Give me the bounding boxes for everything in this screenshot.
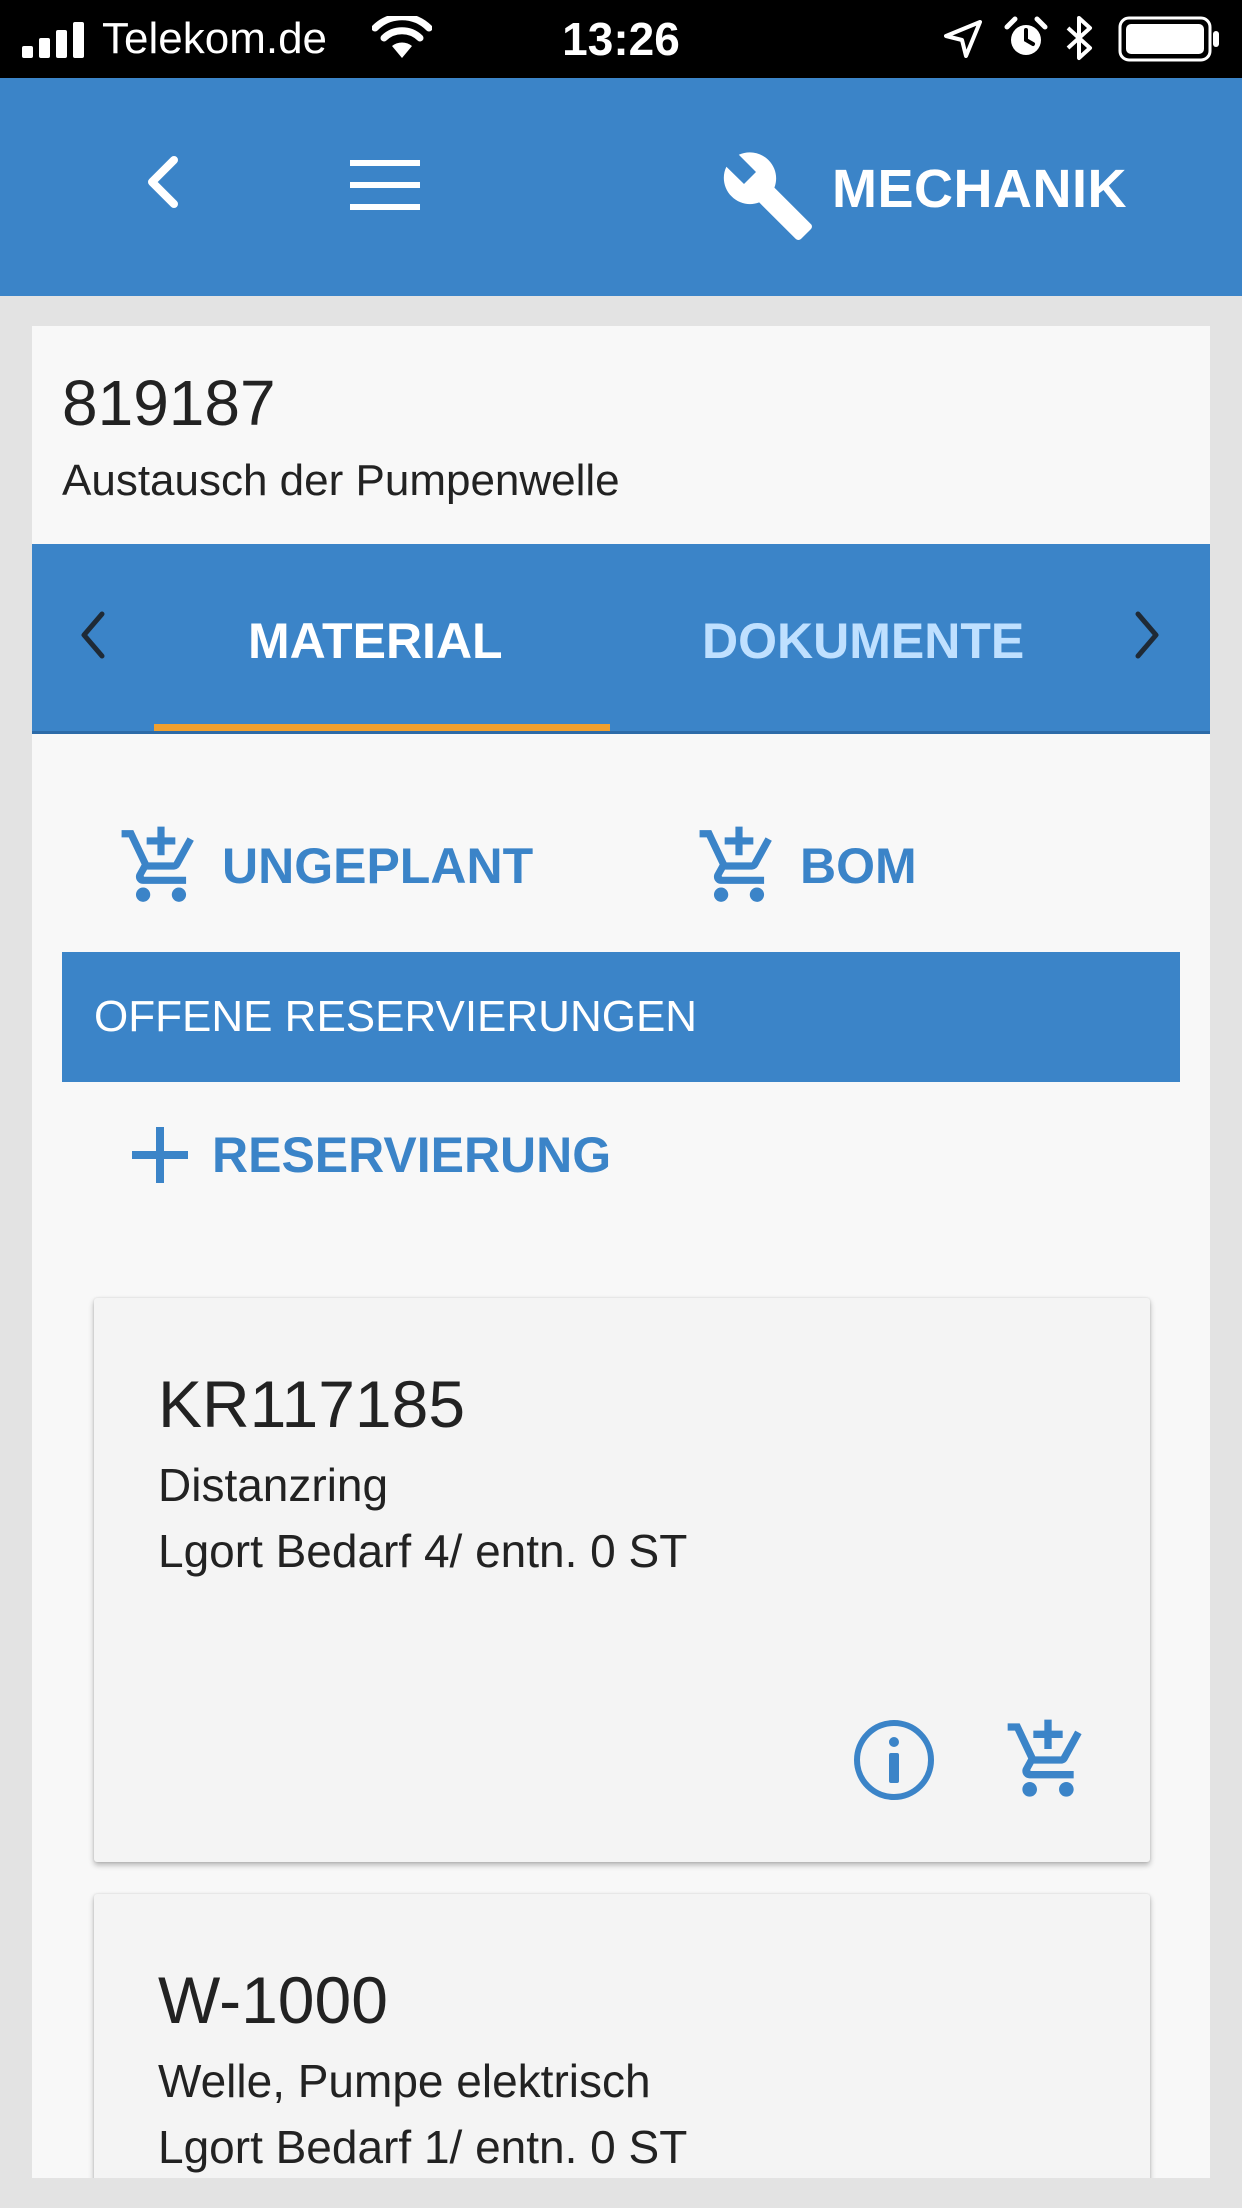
chevron-left-icon[interactable] [78, 610, 108, 660]
material-number: KR117185 [158, 1367, 466, 1441]
wrench-icon [723, 152, 812, 240]
material-quantity: Lgort Bedarf 1/ entn. 0 ST [158, 2121, 688, 2173]
status-bar: Telekom.de 13:26 [0, 0, 1242, 78]
main-panel: 819187 Austausch der Pumpenwelle MATERIA… [32, 326, 1210, 2178]
tab-dokumente[interactable]: DOKUMENTE [702, 612, 1024, 670]
add-reservation-label: RESERVIERUNG [212, 1127, 612, 1183]
tab-bar: MATERIAL DOKUMENTE [32, 544, 1210, 734]
alarm-icon [1004, 16, 1048, 55]
back-icon[interactable] [142, 154, 182, 210]
bluetooth-icon [1066, 16, 1092, 60]
add-to-cart-icon[interactable] [1004, 1716, 1092, 1804]
tab-material[interactable]: MATERIAL [248, 612, 503, 670]
reservation-card: KR117185 Distanzring Lgort Bedarf 4/ ent… [94, 1298, 1150, 1862]
status-time: 13:26 [562, 13, 680, 65]
unplanned-label: UNGEPLANT [222, 838, 534, 894]
material-number: W-1000 [158, 1963, 388, 2037]
order-description: Austausch der Pumpenwelle [62, 456, 620, 505]
bom-label: BOM [800, 838, 917, 894]
info-icon[interactable] [852, 1718, 936, 1802]
menu-icon[interactable] [348, 158, 422, 212]
battery-icon [1118, 16, 1219, 62]
plus-icon [132, 1127, 188, 1183]
unplanned-button[interactable]: UNGEPLANT [118, 816, 533, 916]
active-tab-indicator [154, 724, 610, 731]
add-reservation-button[interactable]: RESERVIERUNG [132, 1126, 611, 1184]
app-bar: MECHANIK [0, 78, 1242, 296]
order-number: 819187 [62, 367, 276, 439]
location-icon [944, 20, 982, 58]
reservation-card: W-1000 Welle, Pumpe elektrisch Lgort Bed… [94, 1894, 1150, 2178]
material-name: Distanzring [158, 1459, 389, 1511]
material-name: Welle, Pumpe elektrisch [158, 2055, 651, 2107]
section-header: OFFENE RESERVIERUNGEN [62, 952, 1180, 1082]
add-to-cart-icon [699, 826, 772, 902]
material-quantity: Lgort Bedarf 4/ entn. 0 ST [158, 1525, 688, 1577]
app-title: MECHANIK [832, 159, 1127, 219]
chevron-right-icon[interactable] [1132, 610, 1162, 660]
bom-button[interactable]: BOM [696, 816, 917, 916]
add-to-cart-icon [121, 826, 194, 902]
